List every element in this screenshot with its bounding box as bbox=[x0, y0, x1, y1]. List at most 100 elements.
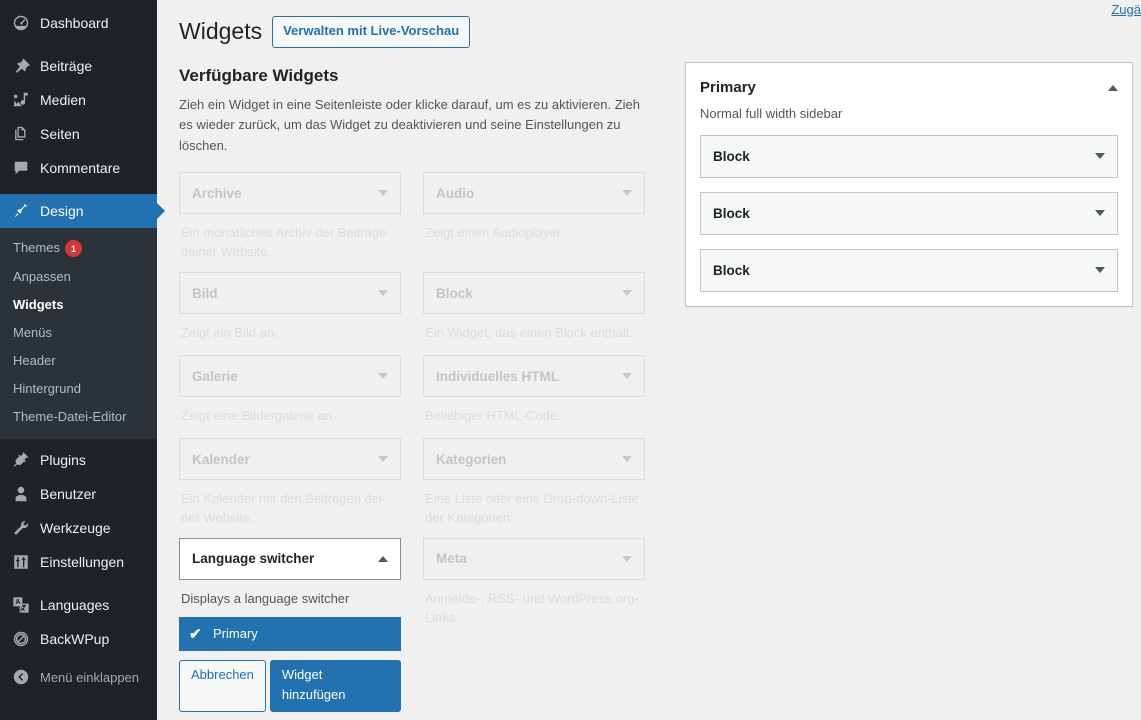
settings-icon bbox=[10, 552, 32, 572]
submenu-item-header[interactable]: Header bbox=[0, 347, 157, 375]
sidebar-item-dashboard[interactable]: Dashboard bbox=[0, 6, 157, 40]
add-widget-button[interactable]: Widget hinzufügen bbox=[269, 659, 401, 713]
submenu-item-theme-datei-editor[interactable]: Theme-Datei-Editor bbox=[0, 403, 157, 431]
chevron-down-icon bbox=[378, 373, 388, 380]
available-widgets-heading: Verfügbare Widgets bbox=[179, 65, 339, 85]
widget-cell: Individuelles HTML Beliebiger HTML-Code. bbox=[423, 355, 645, 438]
widget-title: Kategorien bbox=[436, 451, 507, 467]
submenu-item-themes[interactable]: Themes 1 bbox=[0, 234, 157, 263]
widget-description: Displays a language switcher bbox=[181, 590, 350, 606]
sidebars-column: Primary Normal full width sidebar Block … bbox=[663, 48, 1141, 712]
accessibility-link[interactable]: Zugä bbox=[1111, 2, 1141, 17]
sidebar-item-medien[interactable]: Medien bbox=[0, 83, 157, 117]
sidebar-item-beitraege[interactable]: Beiträge bbox=[0, 49, 157, 83]
sidebar-item-label: Werkzeuge bbox=[40, 520, 111, 537]
design-submenu: Themes 1 Anpassen Widgets Menüs Header Hi… bbox=[0, 228, 157, 440]
sidebar-item-plugins[interactable]: Plugins bbox=[0, 443, 157, 477]
widget-cell: Kalender Ein Kalender mit den Beiträgen … bbox=[179, 438, 401, 538]
sidebar-item-label: Kommentare bbox=[40, 160, 121, 176]
widget-cell: Kategorien Eine Liste oder eine Drop-dow… bbox=[423, 438, 645, 538]
check-icon: ✔ bbox=[189, 625, 202, 643]
widget-bild[interactable]: Bild bbox=[179, 272, 401, 315]
sidebar-item-benutzer[interactable]: Benutzer bbox=[0, 477, 157, 511]
sidebar-item-kommentare[interactable]: Kommentare bbox=[0, 151, 157, 185]
sidebar-item-design[interactable]: Design bbox=[0, 194, 157, 228]
sidebar-widget-block-1[interactable]: Block bbox=[700, 134, 1118, 178]
sidebar-panel-title: Primary bbox=[700, 78, 756, 96]
backwpup-icon bbox=[10, 629, 32, 649]
widget-description: Ein Widget, das einen Block enthält. bbox=[425, 325, 634, 341]
widget-audio[interactable]: Audio bbox=[423, 172, 645, 215]
widget-cell: Bild Zeigt ein Bild an. bbox=[179, 272, 401, 355]
chevron-down-icon bbox=[622, 373, 632, 380]
sidebar-item-werkzeuge[interactable]: Werkzeuge bbox=[0, 511, 157, 545]
widget-galerie[interactable]: Galerie bbox=[179, 355, 401, 398]
chevron-up-icon[interactable] bbox=[1108, 84, 1118, 91]
sidebar-item-backwpup[interactable]: BackWPup bbox=[0, 622, 157, 656]
chevron-up-icon bbox=[378, 555, 388, 562]
submenu-item-widgets[interactable]: Widgets bbox=[0, 291, 157, 319]
widget-description: Beliebiger HTML-Code. bbox=[425, 408, 561, 424]
widget-chooser-actions: Abbrechen Widget hinzufügen bbox=[179, 659, 401, 713]
submenu-item-menus[interactable]: Menüs bbox=[0, 319, 157, 347]
sidebar-item-label: Medien bbox=[40, 92, 86, 108]
widget-meta[interactable]: Meta bbox=[423, 537, 645, 580]
chevron-down-icon[interactable] bbox=[1095, 153, 1105, 160]
pages-icon bbox=[10, 124, 32, 144]
widget-description: Zeigt ein Bild an. bbox=[181, 325, 278, 341]
appearance-icon bbox=[10, 201, 32, 221]
available-widgets-column: Verfügbare Widgets Zieh ein Widget in ei… bbox=[157, 48, 663, 713]
submenu-item-label: Themes bbox=[13, 240, 60, 255]
chevron-down-icon bbox=[378, 456, 388, 463]
chevron-down-icon[interactable] bbox=[1095, 210, 1105, 217]
chevron-down-icon bbox=[622, 555, 632, 562]
widget-title: Block bbox=[713, 205, 750, 221]
widget-description: Anmelde-, RSS- und WordPress.org-Links. bbox=[425, 590, 639, 625]
widget-description: Ein Kalender mit den Beiträgen dei-ner W… bbox=[181, 491, 387, 525]
cancel-button[interactable]: Abbrechen bbox=[179, 659, 266, 713]
submenu-item-hintergrund[interactable]: Hintergrund bbox=[0, 375, 157, 403]
menu-separator bbox=[0, 40, 157, 49]
widget-archive[interactable]: Archive bbox=[179, 172, 401, 215]
chevron-down-icon bbox=[622, 290, 632, 297]
widget-title: Block bbox=[713, 148, 750, 164]
manage-with-live-preview-button[interactable]: Verwalten mit Live-Vorschau bbox=[272, 16, 471, 48]
sidebar-item-label: Design bbox=[40, 203, 84, 219]
widget-cell: Meta Anmelde-, RSS- und WordPress.org-Li… bbox=[423, 537, 645, 712]
widget-title: Archive bbox=[192, 185, 242, 201]
chevron-down-icon[interactable] bbox=[1095, 267, 1105, 274]
widget-language-switcher[interactable]: Language switcher bbox=[179, 537, 401, 580]
widget-kategorien[interactable]: Kategorien bbox=[423, 438, 645, 481]
sidebar-item-label: Einstellungen bbox=[40, 554, 125, 571]
widget-title: Meta bbox=[436, 551, 467, 567]
sidebar-item-languages[interactable]: Languages bbox=[0, 588, 157, 622]
admin-content: Zugä Widgets Verwalten mit Live-Vorschau… bbox=[157, 0, 1141, 720]
comment-icon bbox=[10, 158, 32, 178]
pin-icon bbox=[10, 56, 32, 76]
sidebar-panel-description: Normal full width sidebar bbox=[700, 105, 843, 121]
widget-cell: Block Ein Widget, das einen Block enthäl… bbox=[423, 272, 645, 355]
menu-separator bbox=[0, 579, 157, 588]
sidebar-panel-header[interactable]: Primary bbox=[700, 77, 1118, 98]
sidebar-item-seiten[interactable]: Seiten bbox=[0, 117, 157, 151]
sidebar-item-label: Beiträge bbox=[40, 58, 93, 74]
available-widgets-description: Zieh ein Widget in eine Seitenleiste ode… bbox=[179, 96, 641, 153]
sidebar-item-label: Languages bbox=[40, 597, 110, 614]
submenu-item-anpassen[interactable]: Anpassen bbox=[0, 263, 157, 291]
sidebar-option-primary[interactable]: ✔ Primary bbox=[179, 616, 401, 651]
widget-block[interactable]: Block bbox=[423, 272, 645, 315]
widget-kalender[interactable]: Kalender bbox=[179, 438, 401, 481]
widget-title: Block bbox=[713, 262, 750, 278]
widget-description: Zeigt einen Audioplayer. bbox=[425, 225, 564, 241]
chevron-down-icon bbox=[378, 190, 388, 197]
widget-individuelles-html[interactable]: Individuelles HTML bbox=[423, 355, 645, 398]
sidebar-widget-block-3[interactable]: Block bbox=[700, 248, 1118, 292]
widget-description: Zeigt eine Bildergalerie an. bbox=[181, 408, 336, 424]
dashboard-icon bbox=[10, 13, 32, 33]
sidebar-item-einstellungen[interactable]: Einstellungen bbox=[0, 545, 157, 579]
sidebar-item-collapse-menu[interactable]: Menü einklappen bbox=[0, 660, 157, 694]
available-widgets-grid: Archive Ein monatliches Archiv der Beitr… bbox=[179, 172, 663, 713]
widget-title: Individuelles HTML bbox=[436, 368, 560, 384]
sidebar-widget-block-2[interactable]: Block bbox=[700, 191, 1118, 235]
widget-title: Language switcher bbox=[192, 551, 315, 567]
